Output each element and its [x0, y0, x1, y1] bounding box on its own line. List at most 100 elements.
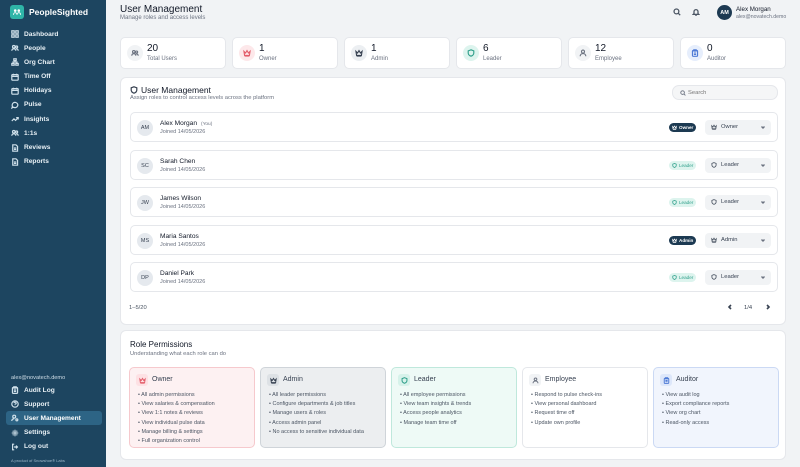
shield-icon: [672, 275, 677, 281]
sidebar-item-label: Reviews: [24, 144, 51, 151]
sidebar-item-label: Pulse: [24, 101, 42, 109]
stat-card-total-users: 20 Total Users: [120, 37, 226, 69]
list-item: Access people analytics: [400, 409, 471, 418]
role-select[interactable]: Leader: [705, 195, 771, 211]
stat-label: Owner: [259, 56, 277, 62]
list-item: No access to sensitive individual data: [269, 428, 363, 437]
sidebar-item-label: Reports: [24, 158, 49, 166]
clipboard-icon: [11, 386, 19, 394]
chat-icon: [11, 101, 19, 109]
chevron-left-icon[interactable]: [727, 304, 735, 312]
avatar: JW: [137, 195, 153, 212]
role-select-value: Owner: [721, 124, 739, 130]
permission-card-auditor: Auditor View audit logExport compliance r…: [653, 367, 779, 448]
sidebar-item-people[interactable]: People: [6, 41, 102, 55]
search-icon[interactable]: [673, 8, 683, 18]
search-input[interactable]: [688, 88, 773, 98]
permission-card-owner: Owner All admin permissionsView salaries …: [129, 367, 255, 448]
sidebar-item-label: Log out: [24, 443, 49, 451]
clipboard-icon: [660, 374, 672, 386]
stat-label: Auditor: [707, 56, 727, 62]
crown-icon: [672, 125, 677, 130]
sidebar-item-settings[interactable]: Settings: [6, 426, 102, 440]
sidebar-item-log-out[interactable]: Log out: [6, 440, 102, 454]
shield-icon: [711, 161, 717, 168]
list-item: Manage billing & settings: [138, 428, 215, 437]
crown-icon: [711, 237, 717, 243]
copyright: A product of Snowshoe® Labs: [11, 458, 65, 463]
joined-date: Joined 14/05/2026: [160, 241, 206, 248]
status-badge: Leader: [669, 160, 697, 170]
sidebar-item-1-1s[interactable]: 1:1s: [6, 126, 102, 140]
list-item: View individual pulse data: [138, 419, 215, 428]
permission-list: All employee permissionsView team insigh…: [400, 391, 471, 428]
avatar[interactable]: AM: [717, 5, 732, 20]
stat-value: 12: [595, 43, 607, 54]
sidebar-item-holidays[interactable]: Holidays: [6, 84, 102, 98]
sidebar-item-reports[interactable]: Reports: [6, 155, 102, 169]
panel-title: User Management: [141, 85, 211, 95]
table-row: SC Sarah Chen Joined 14/05/2026 Leader Leade…: [130, 149, 778, 180]
brand-name: PeopleSighted: [29, 7, 89, 17]
sidebar-item-label: Audit Log: [24, 386, 55, 394]
stat-value: 6: [483, 43, 489, 54]
list-item: Full organization control: [138, 437, 215, 446]
sidebar-item-user-management[interactable]: User Management: [6, 411, 102, 426]
role-select[interactable]: Leader: [705, 157, 771, 173]
crown-icon: [239, 45, 255, 61]
crown-icon: [672, 238, 677, 243]
user-name-text: Maria Santos: [160, 232, 199, 240]
shield-icon: [711, 199, 717, 206]
role-select-value: Admin: [721, 236, 738, 243]
avatar: MS: [137, 232, 153, 249]
sidebar-item-org-chart[interactable]: Org Chart: [6, 55, 102, 69]
document-icon: [11, 143, 19, 152]
role-select[interactable]: Admin: [705, 232, 771, 248]
status-badge: Owner: [669, 123, 697, 132]
table-row: MS Maria Santos Joined 14/05/2026 Admin Admi…: [130, 224, 778, 255]
sidebar-item-label: Insights: [24, 115, 50, 123]
sidebar-item-insights[interactable]: Insights: [6, 112, 102, 126]
user-name: Maria Santos: [160, 233, 199, 240]
badge-label: Leader: [679, 162, 694, 168]
list-item: Export compliance reports: [662, 400, 729, 409]
list-item: Read-only access: [662, 419, 729, 428]
user-management-panel: User Management Assign roles to control …: [120, 77, 786, 325]
users-icon: [127, 45, 143, 61]
sidebar-item-label: Org Chart: [24, 58, 55, 66]
sidebar-item-pulse[interactable]: Pulse: [6, 98, 102, 112]
list-item: Configure departments & job titles: [269, 400, 364, 409]
role-select[interactable]: Leader: [705, 270, 771, 286]
list-item: View 1:1 notes & reviews: [138, 409, 215, 418]
user-email: alex@novatech.demo: [736, 14, 787, 20]
bell-icon[interactable]: [691, 8, 702, 18]
sidebar-item-reviews[interactable]: Reviews: [6, 141, 102, 155]
sidebar-item-dashboard[interactable]: Dashboard: [6, 27, 102, 41]
user-icon: [575, 45, 591, 61]
sidebar-item-time-off[interactable]: Time Off: [6, 70, 102, 84]
stat-label: Admin: [371, 56, 389, 62]
brand[interactable]: PeopleSighted: [10, 4, 88, 20]
sidebar-item-label: Support: [24, 400, 50, 408]
joined-date: Joined 14/05/2026: [160, 166, 206, 173]
sidebar-item-support[interactable]: Support: [6, 397, 102, 411]
org-chart-icon: [11, 58, 19, 67]
permission-card-title: Leader: [414, 376, 436, 383]
sidebar-item-label: Dashboard: [24, 30, 59, 38]
permissions-title: Role Permissions: [130, 340, 193, 349]
sidebar-item-label: Settings: [24, 429, 51, 437]
crown-icon: [711, 124, 717, 130]
shield-icon: [130, 86, 138, 94]
stat-value: 1: [259, 43, 265, 54]
brand-logo-icon: [10, 5, 24, 19]
user-name: Alex Morgan (You): [160, 120, 212, 127]
permission-card-title: Auditor: [676, 376, 699, 383]
chevron-right-icon[interactable]: [765, 304, 773, 312]
stat-label: Employee: [595, 56, 622, 62]
table-row: AM Alex Morgan (You) Joined 14/05/2026 Owner…: [130, 112, 778, 142]
stat-card-leader: 6 Leader: [456, 37, 562, 69]
role-select[interactable]: Owner: [705, 120, 771, 135]
badge-label: Leader: [679, 200, 694, 206]
sidebar-item-audit-log[interactable]: Audit Log: [6, 383, 102, 397]
search-box[interactable]: [672, 85, 778, 100]
